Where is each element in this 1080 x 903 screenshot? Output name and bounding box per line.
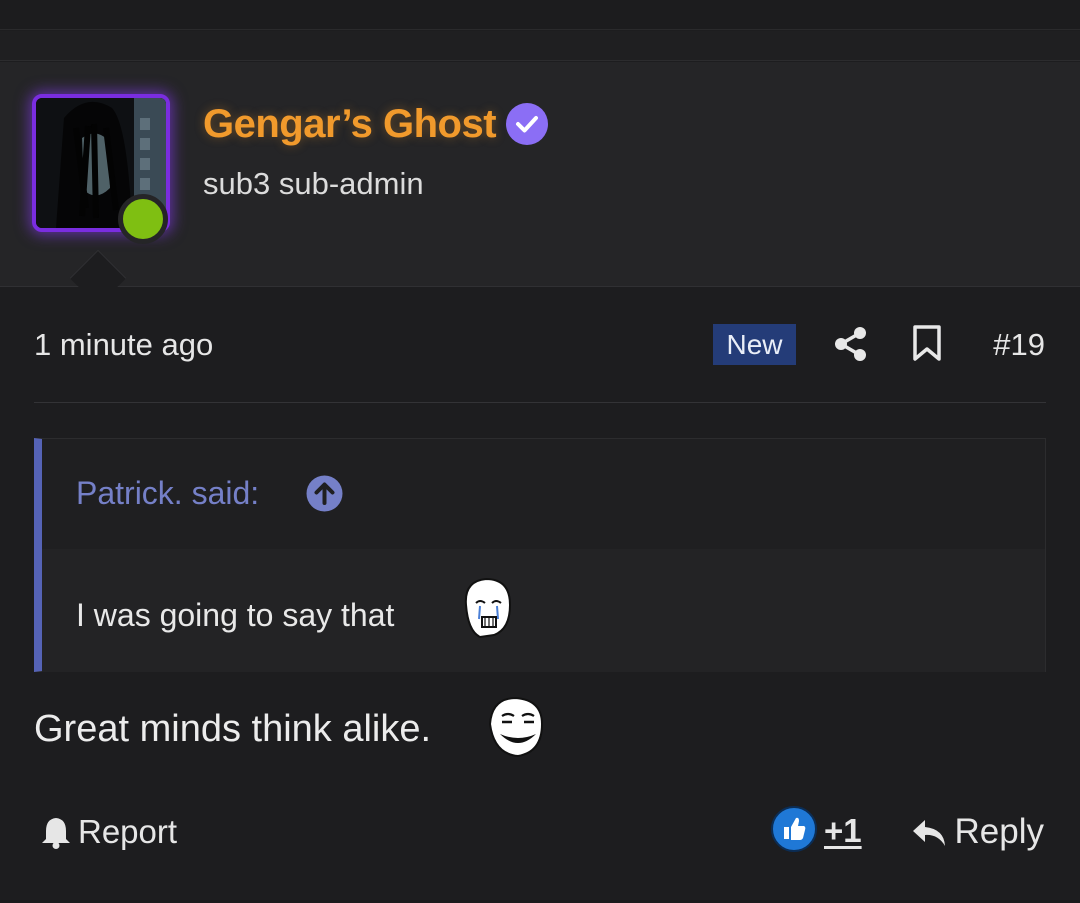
reply-icon [912,820,945,846]
post-timestamp[interactable]: 1 minute ago [34,327,213,363]
quote-block: Patrick. said: I was going to say that [34,438,1046,672]
quote-text: I was going to say that [76,597,395,633]
quote-body: I was going to say that [42,549,1045,672]
online-status-indicator [118,194,168,244]
report-label: Report [78,813,178,850]
share-icon[interactable] [832,325,870,363]
wojak-smiling-emoji [488,696,544,758]
divider [34,402,1046,403]
post-number[interactable]: #19 [993,327,1045,363]
post-meta-row: 1 minute ago New #19 [0,287,1080,402]
quote-header: Patrick. said: [42,439,1045,549]
new-badge: New [713,324,796,365]
wojak-crying-emoji [464,577,512,639]
quote-author[interactable]: Patrick. said: [76,475,259,512]
reply-label: Reply [954,812,1044,851]
post-user-header: Gengar’s Ghost sub3 sub-admin [0,62,1080,287]
post-message: Great minds think alike. [34,708,432,750]
reply-button[interactable]: Reply [911,810,1044,854]
user-title: sub3 sub-admin [203,166,424,201]
arrow-up-circle-icon[interactable] [306,475,343,512]
top-bar [0,0,1080,30]
bookmark-icon[interactable] [912,325,942,361]
verified-badge-icon [506,103,548,145]
report-button[interactable]: Report [40,810,177,854]
like-count[interactable]: +1 [824,812,862,850]
top-strip [0,31,1080,61]
thumbs-up-icon[interactable] [771,806,817,852]
username[interactable]: Gengar’s Ghost [203,102,497,147]
bell-icon [42,818,70,849]
